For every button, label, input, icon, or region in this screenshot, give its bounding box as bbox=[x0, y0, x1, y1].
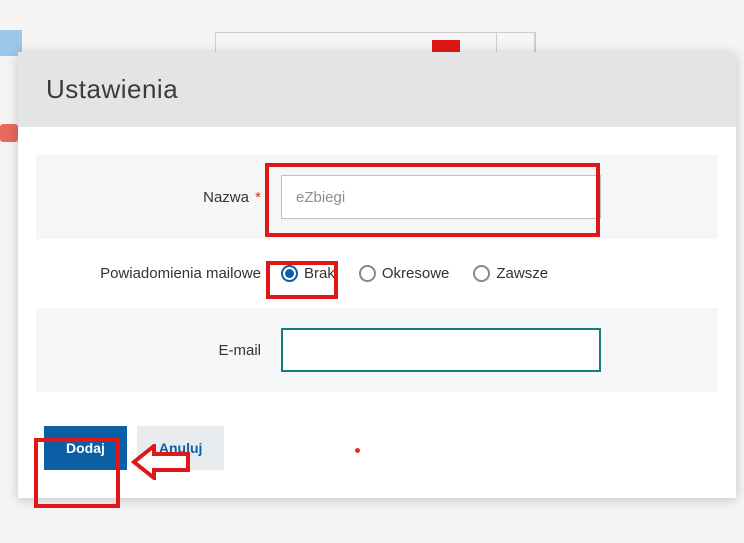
annotation-dot bbox=[355, 448, 360, 453]
email-row: E-mail bbox=[36, 308, 718, 392]
radio-option-always[interactable]: Zawsze bbox=[473, 265, 548, 282]
radio-option-periodic[interactable]: Okresowe bbox=[359, 265, 450, 282]
notifications-row: Powiadomienia mailowe Brak Okresowe bbox=[36, 245, 718, 302]
email-label: E-mail bbox=[46, 342, 281, 359]
annotation-arrow-icon bbox=[130, 444, 190, 480]
modal-header: Ustawienia bbox=[18, 52, 736, 127]
radio-icon bbox=[359, 265, 376, 282]
bg-decor bbox=[0, 124, 18, 142]
name-row: Nazwa * bbox=[36, 155, 718, 239]
radio-label-always: Zawsze bbox=[496, 265, 548, 282]
notifications-label: Powiadomienia mailowe bbox=[46, 265, 281, 282]
bg-decor bbox=[215, 32, 535, 54]
settings-modal: Ustawienia Nazwa * Powiadomienia mailowe bbox=[18, 52, 736, 498]
name-label: Nazwa * bbox=[46, 189, 281, 206]
notifications-radio-group: Brak Okresowe Zawsze bbox=[281, 265, 548, 282]
radio-label-periodic: Okresowe bbox=[382, 265, 450, 282]
required-mark: * bbox=[255, 189, 261, 206]
modal-footer: Dodaj Anuluj bbox=[18, 398, 736, 498]
bg-decor bbox=[496, 32, 536, 54]
radio-icon bbox=[281, 265, 298, 282]
radio-option-none[interactable]: Brak bbox=[281, 265, 335, 282]
modal-body: Nazwa * Powiadomienia mailowe Brak bbox=[18, 127, 736, 392]
submit-button[interactable]: Dodaj bbox=[44, 426, 127, 470]
radio-label-none: Brak bbox=[304, 265, 335, 282]
email-input[interactable] bbox=[281, 328, 601, 372]
radio-icon bbox=[473, 265, 490, 282]
modal-title: Ustawienia bbox=[46, 74, 708, 105]
name-input[interactable] bbox=[281, 175, 601, 219]
